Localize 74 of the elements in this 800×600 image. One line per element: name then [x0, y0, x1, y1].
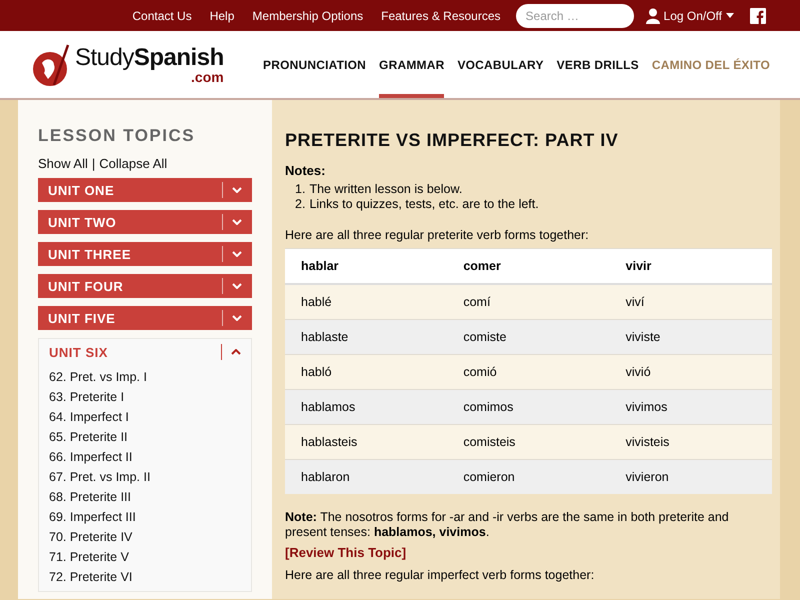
chevron-up-icon [231, 349, 241, 355]
lesson-link[interactable]: 65. Preterite II [39, 427, 251, 447]
lesson-link[interactable]: 62. Pret. vs Imp. I [39, 367, 251, 387]
note-text: Note: The nosotros forms for -ar and -ir verbs are the same in both preterite and present tenses: hablamos, vivimos. [285, 510, 730, 540]
table-cell: comieron [447, 460, 610, 494]
facebook-icon[interactable] [750, 8, 766, 24]
notes-label: Notes: [285, 163, 326, 178]
table-cell: comisteis [447, 424, 610, 460]
chevron-down-icon [232, 187, 242, 193]
chevron-down-icon [232, 219, 242, 225]
table-cell: vivió [610, 354, 772, 390]
table-cell: comimos [447, 390, 610, 424]
top-link[interactable]: Membership Options [252, 8, 364, 22]
lesson-link[interactable]: 71. Preterite V [39, 547, 251, 567]
top-link[interactable]: Features & Resources [381, 8, 501, 22]
intro-text: Here are all three regular imperfect verb forms together: [285, 568, 596, 582]
logo-icon[interactable] [32, 42, 72, 86]
column-header: hablar [285, 248, 448, 284]
column-header: comer [447, 248, 610, 284]
list-number: 2. [295, 197, 306, 212]
table-cell: hablaron [285, 460, 448, 494]
lesson-link[interactable]: 66. Imperfect II [39, 447, 251, 467]
lesson-link[interactable]: 63. Preterite I [39, 387, 251, 407]
lesson-link[interactable]: 69. Imperfect III [39, 507, 251, 527]
table-cell: vivieron [610, 460, 772, 494]
table-cell: habló [285, 354, 448, 390]
table-cell: comiste [447, 320, 610, 354]
note-item: Links to quizzes, tests, etc. are to the left. [309, 197, 539, 212]
chevron-down-icon [232, 283, 242, 289]
show-all-link[interactable]: Show All [38, 156, 88, 171]
nav-link[interactable]: VOCABULARY [457, 31, 544, 98]
separator: | [92, 156, 96, 171]
top-link[interactable]: Help [210, 8, 234, 22]
note-item: The written lesson is below. [309, 182, 462, 197]
list-number: 1. [295, 182, 306, 197]
chevron-down-icon [232, 315, 242, 321]
nav-link[interactable]: VERB DRILLS [556, 31, 639, 98]
collapse-all-link[interactable]: Collapse All [99, 156, 168, 171]
intro-text: Here are all three regular preterite verb forms together: [285, 228, 590, 242]
unit-header[interactable]: UNIT TWO [38, 210, 252, 234]
lesson-title: PRETERITE VS IMPERFECT: PART IV [285, 130, 620, 151]
login-link[interactable]: Log On/Off [646, 8, 734, 24]
table-cell: hablaste [285, 320, 448, 354]
search-field[interactable]: Search … [516, 4, 634, 28]
table-cell: comió [447, 354, 610, 390]
review-link[interactable]: [Review This Topic] [285, 545, 406, 560]
table-cell: vivimos [610, 390, 772, 424]
lesson-link[interactable]: 68. Preterite III [39, 487, 251, 507]
caret-icon [726, 13, 734, 18]
logo-suffix: .com [191, 70, 224, 84]
nav-link[interactable]: PRONUNCIATION [263, 31, 366, 98]
table-cell: hablé [285, 284, 448, 320]
lesson-link[interactable]: 72. Preterite VI [39, 567, 251, 587]
unit-header[interactable]: UNIT FOUR [38, 274, 252, 298]
nav-link[interactable]: CAMINO DEL ÉXITO [652, 31, 770, 98]
unit-header[interactable]: UNIT SIX [39, 339, 251, 365]
sidebar-title: LESSON TOPICS [38, 126, 196, 146]
lesson-link[interactable]: 64. Imperfect I [39, 407, 251, 427]
lesson-link[interactable]: 67. Pret. vs Imp. II [39, 467, 251, 487]
unit-header[interactable]: UNIT THREE [38, 242, 252, 266]
table-cell: hablasteis [285, 424, 448, 460]
table-cell: viviste [610, 320, 772, 354]
top-link[interactable]: Contact Us [132, 8, 192, 22]
table-cell: comí [447, 284, 610, 320]
user-icon [646, 8, 660, 24]
unit-header[interactable]: UNIT ONE [38, 178, 252, 202]
chevron-down-icon [232, 251, 242, 257]
table-cell: viví [610, 284, 772, 320]
logo-wordmark[interactable]: StudySpanish [75, 46, 224, 70]
table-cell: vivisteis [610, 424, 772, 460]
table-cell: hablamos [285, 390, 448, 424]
lesson-link[interactable]: 70. Preterite IV [39, 527, 251, 547]
column-header: vivir [610, 248, 772, 284]
unit-header[interactable]: UNIT FIVE [38, 306, 252, 330]
